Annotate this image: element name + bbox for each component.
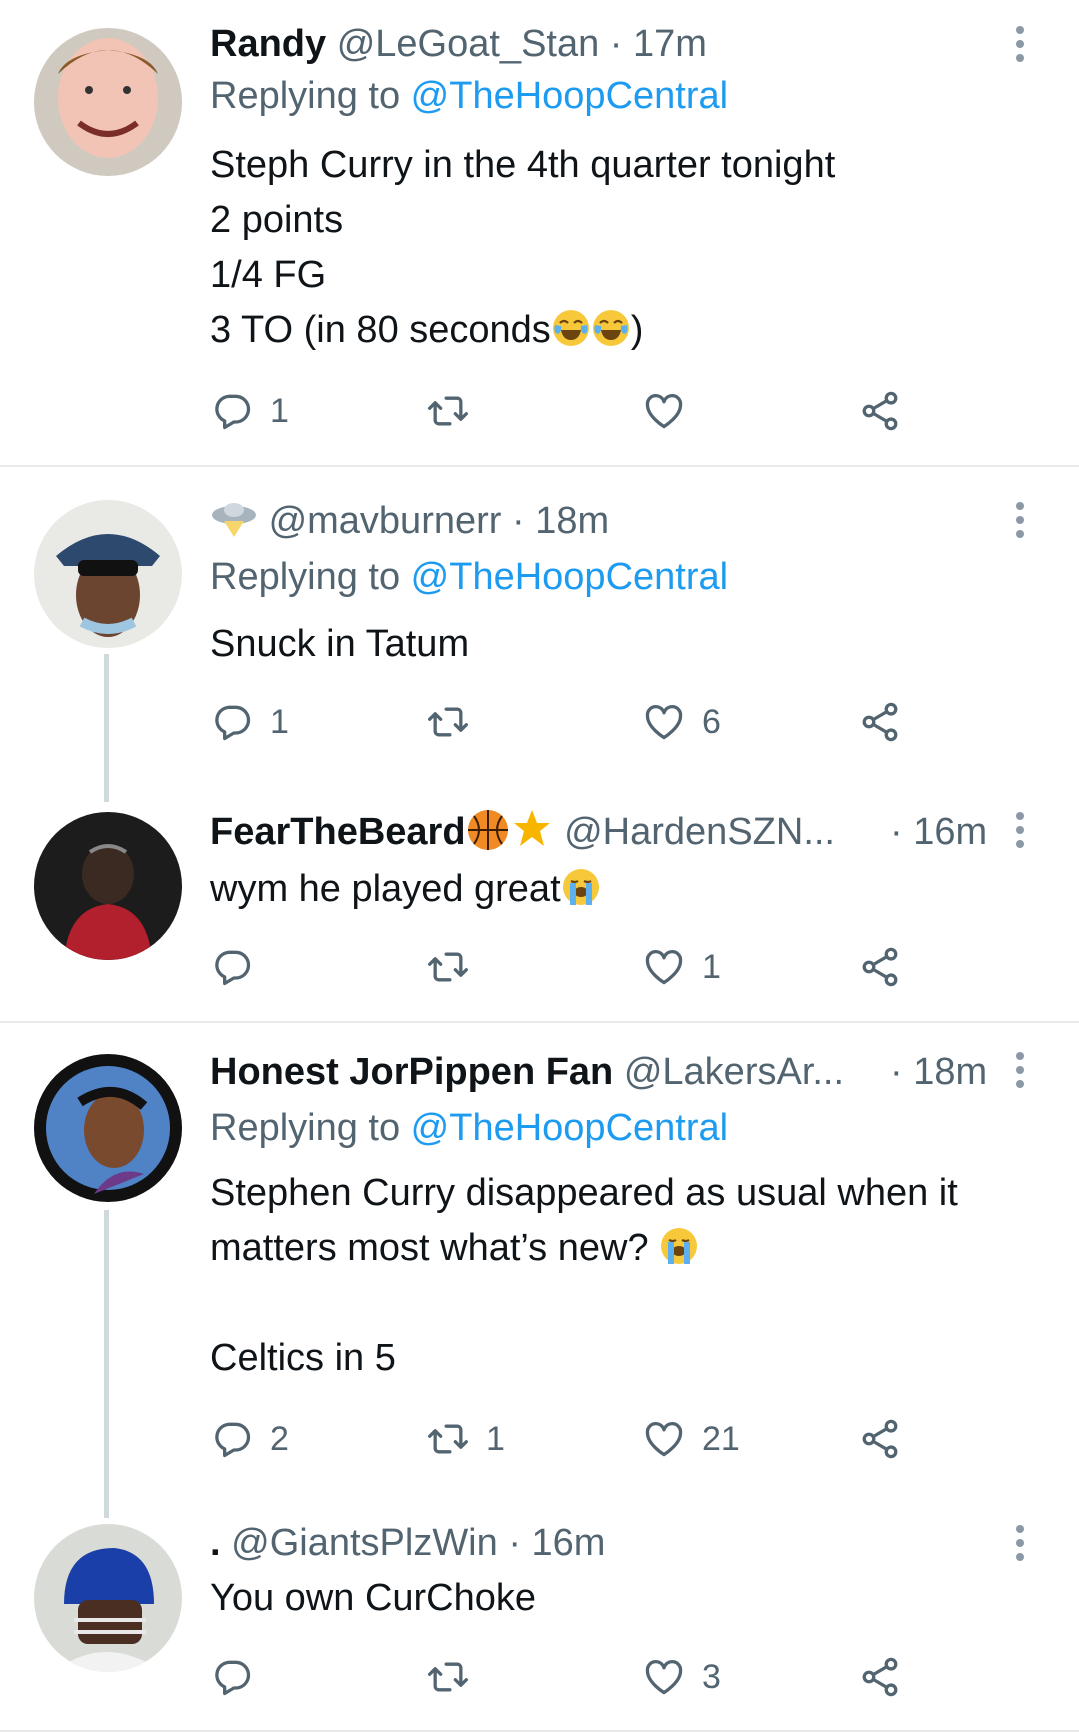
like-icon <box>642 945 686 989</box>
tweet-text: You own CurChoke <box>210 1577 537 1619</box>
share-icon <box>858 700 902 744</box>
share-button[interactable] <box>858 697 902 747</box>
action-bar: 1 6 <box>210 697 930 747</box>
reply-button[interactable]: 1 <box>210 386 289 436</box>
tweet-header: Randy @LeGoat_Stan · 17m <box>210 20 707 68</box>
retweet-icon <box>426 389 470 433</box>
user-handle[interactable]: @HardenSZN... <box>564 811 835 853</box>
divider <box>0 1021 1079 1023</box>
reply-icon <box>210 700 254 744</box>
replying-to: Replying to @TheHoopCentral <box>210 556 729 598</box>
reply-icon <box>210 1417 254 1461</box>
tweet-text: Snuck in Tatum <box>210 623 470 665</box>
user-handle[interactable]: @mavburnerr <box>269 500 502 542</box>
share-button[interactable] <box>858 1414 902 1464</box>
share-icon <box>858 389 902 433</box>
ufo-emoji-icon <box>212 503 256 537</box>
divider <box>0 1730 1079 1732</box>
tweet-text: Steph Curry in the 4th quarter tonight 2… <box>210 144 836 351</box>
share-button[interactable] <box>858 386 902 436</box>
like-button[interactable]: 1 <box>642 942 721 992</box>
crying-emoji-icon <box>659 1226 699 1266</box>
avatar[interactable] <box>34 1054 182 1202</box>
tweet-header: . @GiantsPlzWin · 16m <box>210 1519 605 1567</box>
tweet-text: Stephen Curry disappeared as usual when … <box>210 1172 958 1379</box>
retweet-icon <box>426 1417 470 1461</box>
tweet-time[interactable]: · 17m <box>610 23 707 65</box>
display-name[interactable]: Honest JorPippen Fan <box>210 1051 613 1093</box>
avatar[interactable] <box>34 1524 182 1672</box>
retweet-button[interactable] <box>426 697 486 747</box>
display-name[interactable]: Randy <box>210 23 326 65</box>
like-button[interactable]: 6 <box>642 697 721 747</box>
retweet-icon <box>426 945 470 989</box>
mention-link[interactable]: @TheHoopCentral <box>411 75 728 117</box>
thread-line <box>104 1210 109 1518</box>
divider <box>0 465 1079 467</box>
retweet-button[interactable] <box>426 1652 486 1702</box>
retweet-button[interactable]: 1 <box>426 1414 505 1464</box>
tweet-header: FearTheBeard @HardenSZN... <box>210 808 835 856</box>
reply-icon <box>210 945 254 989</box>
like-button[interactable]: 21 <box>642 1414 740 1464</box>
share-button[interactable] <box>858 942 902 992</box>
share-icon <box>858 1417 902 1461</box>
like-icon <box>642 1655 686 1699</box>
more-options-icon[interactable] <box>1014 1525 1026 1565</box>
action-bar: 3 <box>210 1652 930 1702</box>
user-handle[interactable]: @LakersAr... <box>624 1051 844 1093</box>
retweet-button[interactable] <box>426 386 486 436</box>
crying-emoji-icon <box>561 867 601 907</box>
reply-icon <box>210 389 254 433</box>
avatar[interactable] <box>34 28 182 176</box>
like-icon <box>642 1417 686 1461</box>
mention-link[interactable]: @TheHoopCentral <box>411 1107 728 1149</box>
sparkle-emoji-icon <box>513 810 550 846</box>
display-name[interactable]: FearTheBeard <box>210 811 466 853</box>
reply-button[interactable]: 1 <box>210 697 289 747</box>
thread-line <box>104 654 109 802</box>
replying-to: Replying to @TheHoopCentral <box>210 1107 729 1149</box>
more-options-icon[interactable] <box>1014 26 1026 66</box>
tweet-time[interactable]: · 16m <box>890 808 987 856</box>
replying-to: Replying to @TheHoopCentral <box>210 75 729 117</box>
reply-icon <box>210 1655 254 1699</box>
like-button[interactable]: 3 <box>642 1652 721 1702</box>
retweet-icon <box>426 1655 470 1699</box>
tweet-time[interactable]: · 18m <box>890 1048 987 1096</box>
laughing-emoji-icon <box>591 308 631 348</box>
tweet-time[interactable]: · 18m <box>512 500 609 542</box>
laughing-emoji-icon <box>551 308 591 348</box>
display-name[interactable]: . <box>210 1522 221 1564</box>
basketball-emoji-icon <box>467 810 508 850</box>
tweet-header: Honest JorPippen Fan @LakersAr... <box>210 1048 844 1096</box>
like-icon <box>642 700 686 744</box>
reply-button[interactable] <box>210 1652 270 1702</box>
share-button[interactable] <box>858 1652 902 1702</box>
tweet-header: @mavburnerr · 18m <box>210 497 609 545</box>
tweet-text: wym he played great <box>210 862 1030 917</box>
reply-button[interactable]: 2 <box>210 1414 289 1464</box>
action-bar: 2 1 21 <box>210 1414 930 1464</box>
reply-button[interactable] <box>210 942 270 992</box>
mention-link[interactable]: @TheHoopCentral <box>411 556 728 598</box>
more-options-icon[interactable] <box>1014 502 1026 542</box>
share-icon <box>858 945 902 989</box>
action-bar: 1 <box>210 942 930 992</box>
more-options-icon[interactable] <box>1014 812 1026 852</box>
more-options-icon[interactable] <box>1014 1052 1026 1092</box>
avatar[interactable] <box>34 500 182 648</box>
avatar[interactable] <box>34 812 182 960</box>
retweet-icon <box>426 700 470 744</box>
action-bar: 1 <box>210 386 930 436</box>
user-handle[interactable]: @GiantsPlzWin <box>231 1522 498 1564</box>
retweet-button[interactable] <box>426 942 486 992</box>
tweet-time[interactable]: · 16m <box>508 1522 605 1564</box>
like-button[interactable] <box>642 386 702 436</box>
share-icon <box>858 1655 902 1699</box>
user-handle[interactable]: @LeGoat_Stan <box>337 23 600 65</box>
like-icon <box>642 389 686 433</box>
